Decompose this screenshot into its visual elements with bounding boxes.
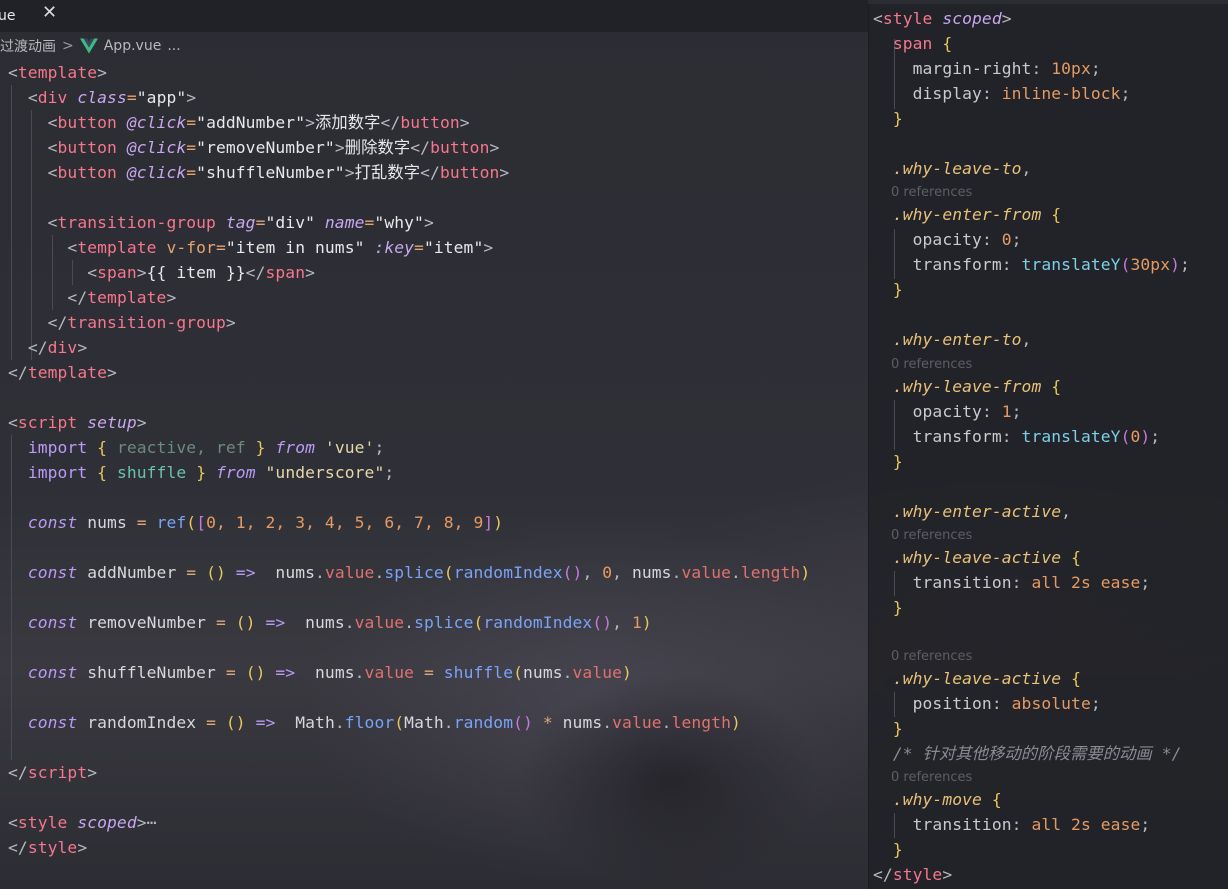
css-line: opacity: 0; [912, 230, 1022, 249]
css-line: } [892, 452, 903, 471]
css-line: } [892, 109, 903, 128]
tg-name-value: "why" [374, 213, 424, 232]
code-line-7: <transition-group tag="div" name="why"> [47, 213, 434, 232]
import2-source: "underscore" [265, 463, 385, 482]
code-line-27: const randomIndex = () => Math.floor(Mat… [27, 713, 741, 732]
codelens-references[interactable]: 0 references [891, 185, 972, 201]
css-line: </style> [873, 865, 953, 884]
css-line: margin-right: 10px; [912, 59, 1101, 78]
editor-tab-bar: ue ✕ [0, 0, 868, 32]
code-line-11: </transition-group> [47, 313, 236, 332]
css-line: } [892, 840, 903, 859]
vfor-value: "item in nums" [225, 238, 365, 257]
code-line-9: <span>{{ item }}</span> [87, 263, 315, 282]
css-line: transform: translateY(30px); [912, 255, 1190, 274]
code-line-10: </template> [67, 288, 177, 307]
code-line-16: import { reactive, ref } from 'vue'; [27, 438, 385, 457]
nums-values: 0, 1, 2, 3, 4, 5, 6, 7, 8, 9 [206, 513, 484, 532]
css-line: display: inline-block; [912, 84, 1131, 103]
code-line-12: </div> [27, 338, 88, 357]
css-line: } [892, 280, 903, 299]
code-editor-main[interactable]: <template> <div class="app"> <button @cl… [0, 60, 868, 889]
code-line-25: const shuffleNumber = () => nums.value =… [27, 663, 632, 682]
css-line: <style scoped> [873, 9, 1012, 28]
css-line: span { [892, 34, 953, 53]
code-line-23: const removeNumber = () => nums.value.sp… [27, 613, 652, 632]
css-line: position: absolute; [912, 694, 1101, 713]
span-mustache: {{ item }} [146, 263, 246, 282]
codelens-references[interactable]: 0 references [891, 770, 972, 786]
css-line: .why-leave-active { [892, 669, 1081, 688]
css-comment-text: /* 针对其他移动的阶段需要的动画 */ [892, 744, 1182, 763]
css-line: } [892, 598, 903, 617]
css-line: .why-enter-active, [892, 502, 1072, 521]
tab-title: ue [0, 8, 16, 24]
css-line: .why-move { [892, 790, 1002, 809]
codelens-references[interactable]: 0 references [891, 528, 972, 544]
code-line-29: </script> [8, 763, 98, 782]
close-icon[interactable]: ✕ [42, 2, 57, 23]
css-line: transition: all 2s ease; [912, 815, 1151, 834]
codelens-references[interactable]: 0 references [891, 357, 972, 373]
btn3-handler: "shuffleNumber" [196, 163, 345, 182]
code-line-19: const nums = ref([0, 1, 2, 3, 4, 5, 6, 7… [27, 513, 504, 532]
breadcrumb-more[interactable]: ... [167, 38, 180, 54]
tg-tag-value: "div" [265, 213, 315, 232]
code-line-13: </template> [8, 363, 117, 382]
vue-icon [79, 38, 98, 54]
code-line-21: const addNumber = () => nums.value.splic… [27, 563, 811, 582]
btn1-handler: "addNumber" [196, 113, 306, 132]
code-line-31: <style scoped>⋯ [8, 813, 157, 832]
code-line-3: <button @click="addNumber">添加数字</button> [47, 113, 470, 132]
css-line: .why-enter-from { [892, 205, 1062, 224]
breadcrumb-folder[interactable]: 过渡动画 [0, 36, 56, 56]
breadcrumb: 过渡动画 > App.vue ... [0, 34, 868, 58]
code-line-4: <button @click="removeNumber">删除数字</butt… [47, 138, 500, 157]
import1-source: 'vue' [324, 438, 375, 457]
code-line-15: <script setup> [8, 413, 147, 432]
chevron-right-icon: > [62, 38, 74, 54]
css-line: .why-leave-active { [892, 548, 1081, 567]
code-line-1: <template> [8, 63, 108, 82]
import1-items: reactive, ref [116, 438, 246, 457]
btn3-label: 打乱数字 [354, 163, 421, 182]
import2-items: shuffle [116, 463, 187, 482]
code-line-32: </style> [8, 838, 88, 857]
css-line: } [892, 719, 903, 738]
btn1-label: 添加数字 [315, 113, 381, 132]
code-line-8: <template v-for="item in nums" :key="ite… [67, 238, 494, 257]
btn2-label: 删除数字 [344, 138, 411, 157]
css-line: .why-enter-to, [892, 330, 1032, 349]
css-comment: /* 针对其他移动的阶段需要的动画 */ [869, 741, 1182, 766]
code-line-2: <div class="app"> [27, 88, 197, 107]
btn2-handler: "removeNumber" [196, 138, 335, 157]
css-line: .why-leave-from { [892, 377, 1062, 396]
code-editor-side-panel[interactable]: <style scoped> span { margin-right: 10px… [868, 4, 1228, 889]
css-line: transition: all 2s ease; [912, 573, 1151, 592]
codelens-references[interactable]: 0 references [891, 649, 972, 665]
css-line: .why-leave-to, [892, 159, 1032, 178]
code-line-17: import { shuffle } from "underscore"; [27, 463, 395, 482]
css-line: transform: translateY(0); [912, 427, 1161, 446]
css-line: opacity: 1; [912, 402, 1022, 421]
breadcrumb-file[interactable]: App.vue [104, 38, 162, 54]
key-value: "item" [423, 238, 484, 257]
code-line-5: <button @click="shuffleNumber">打乱数字</but… [47, 163, 510, 182]
tab-app-vue[interactable]: ue ✕ [0, 0, 70, 32]
folded-ellipsis-icon[interactable]: ⋯ [147, 813, 157, 832]
